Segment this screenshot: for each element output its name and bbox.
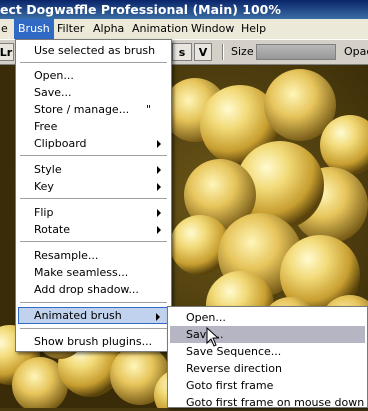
submenu-item-label: Reverse direction bbox=[186, 362, 282, 375]
menu-filter[interactable]: Filter bbox=[53, 19, 88, 39]
menu-item-key[interactable]: Key bbox=[18, 178, 169, 195]
menu-item-show-brush-plugins[interactable]: Show brush plugins... bbox=[18, 333, 169, 350]
menu-brush[interactable]: Brush bbox=[14, 19, 54, 39]
menu-item-label: Flip bbox=[34, 206, 54, 219]
menu-item-make-seamless[interactable]: Make seamless... bbox=[18, 264, 169, 281]
menu-bar: e Brush Filter Alpha Animation Window He… bbox=[0, 19, 368, 39]
menu-item-shortcut: " bbox=[145, 103, 151, 116]
menu-item-clipboard[interactable]: Clipboard bbox=[18, 135, 169, 152]
menu-item-animated-brush[interactable]: Animated brush bbox=[18, 307, 169, 324]
submenu-arrow-icon bbox=[157, 209, 161, 217]
submenu-arrow-icon bbox=[156, 313, 160, 321]
menu-separator bbox=[20, 155, 167, 156]
menu-item-label: Add drop shadow... bbox=[34, 283, 139, 296]
menu-item-label: Style bbox=[34, 163, 62, 176]
menu-item-label: Show brush plugins... bbox=[34, 335, 153, 348]
menu-item-label: Open... bbox=[34, 69, 74, 82]
menu-alpha[interactable]: Alpha bbox=[89, 19, 128, 39]
menu-item-add-drop-shadow[interactable]: Add drop shadow... bbox=[18, 281, 169, 298]
submenu-arrow-icon bbox=[157, 183, 161, 191]
menu-item-flip[interactable]: Flip bbox=[18, 204, 169, 221]
menu-item-rotate[interactable]: Rotate bbox=[18, 221, 169, 238]
submenu-item-save[interactable]: Save... bbox=[170, 326, 365, 343]
menu-item-label: Save... bbox=[34, 86, 72, 99]
animated-brush-submenu: Open... Save... Save Sequence... Reverse… bbox=[167, 306, 368, 411]
submenu-arrow-icon bbox=[157, 140, 161, 148]
toolbar-v-button[interactable]: V bbox=[194, 43, 212, 61]
submenu-item-save-sequence[interactable]: Save Sequence... bbox=[170, 343, 365, 360]
submenu-arrow-icon bbox=[157, 166, 161, 174]
menu-separator bbox=[20, 62, 167, 63]
toolbar-s-button[interactable]: s bbox=[172, 43, 192, 61]
submenu-item-open[interactable]: Open... bbox=[170, 309, 365, 326]
menu-item-label: Key bbox=[34, 180, 54, 193]
menu-help[interactable]: Help bbox=[237, 19, 270, 39]
menu-item-label: Free bbox=[34, 120, 58, 133]
submenu-item-goto-first-frame-on-mouse-down[interactable]: Goto first frame on mouse down bbox=[170, 394, 365, 411]
submenu-item-reverse-direction[interactable]: Reverse direction bbox=[170, 360, 365, 377]
window-title: ect Dogwaffle Professional (Main) 100% bbox=[0, 2, 281, 17]
menu-item-label: Store / manage... bbox=[34, 103, 130, 116]
size-label: Size bbox=[231, 45, 254, 58]
menu-item-resample[interactable]: Resample... bbox=[18, 247, 169, 264]
menu-item-style[interactable]: Style bbox=[18, 161, 169, 178]
menu-item-use-selected-as-brush[interactable]: Use selected as brush bbox=[18, 42, 169, 59]
submenu-arrow-icon bbox=[157, 226, 161, 234]
menu-separator bbox=[20, 241, 167, 242]
menu-item-label: Animated brush bbox=[34, 309, 122, 322]
menu-item-label: Make seamless... bbox=[34, 266, 129, 279]
menu-file[interactable]: e bbox=[0, 19, 12, 39]
menu-item-save[interactable]: Save... bbox=[18, 84, 169, 101]
toolbar-separator bbox=[222, 44, 224, 60]
submenu-item-goto-first-frame[interactable]: Goto first frame bbox=[170, 377, 365, 394]
menu-animation[interactable]: Animation bbox=[128, 19, 192, 39]
menu-item-open[interactable]: Open... bbox=[18, 67, 169, 84]
size-slider[interactable] bbox=[256, 44, 336, 60]
menu-item-store-manage[interactable]: Store / manage... " bbox=[18, 101, 169, 118]
submenu-item-label: Goto first frame on mouse down bbox=[186, 396, 365, 409]
mouse-pointer-icon bbox=[206, 327, 220, 347]
menu-window[interactable]: Window bbox=[187, 19, 238, 39]
menu-item-free[interactable]: Free bbox=[18, 118, 169, 135]
title-bar: ect Dogwaffle Professional (Main) 100% bbox=[0, 0, 368, 19]
submenu-item-label: Goto first frame bbox=[186, 379, 274, 392]
menu-item-label: Use selected as brush bbox=[34, 44, 156, 57]
menu-item-label: Resample... bbox=[34, 249, 99, 262]
menu-item-label: Clipboard bbox=[34, 137, 87, 150]
opacity-label: Opac bbox=[344, 45, 368, 58]
menu-separator bbox=[20, 328, 167, 329]
menu-separator bbox=[20, 302, 167, 303]
submenu-item-label: Save Sequence... bbox=[186, 345, 282, 358]
brush-menu: Use selected as brush Open... Save... St… bbox=[15, 39, 172, 352]
menu-separator bbox=[20, 198, 167, 199]
menu-item-label: Rotate bbox=[34, 223, 71, 236]
submenu-item-label: Open... bbox=[186, 311, 226, 324]
toolbar-left-button[interactable]: Lr bbox=[0, 43, 14, 61]
